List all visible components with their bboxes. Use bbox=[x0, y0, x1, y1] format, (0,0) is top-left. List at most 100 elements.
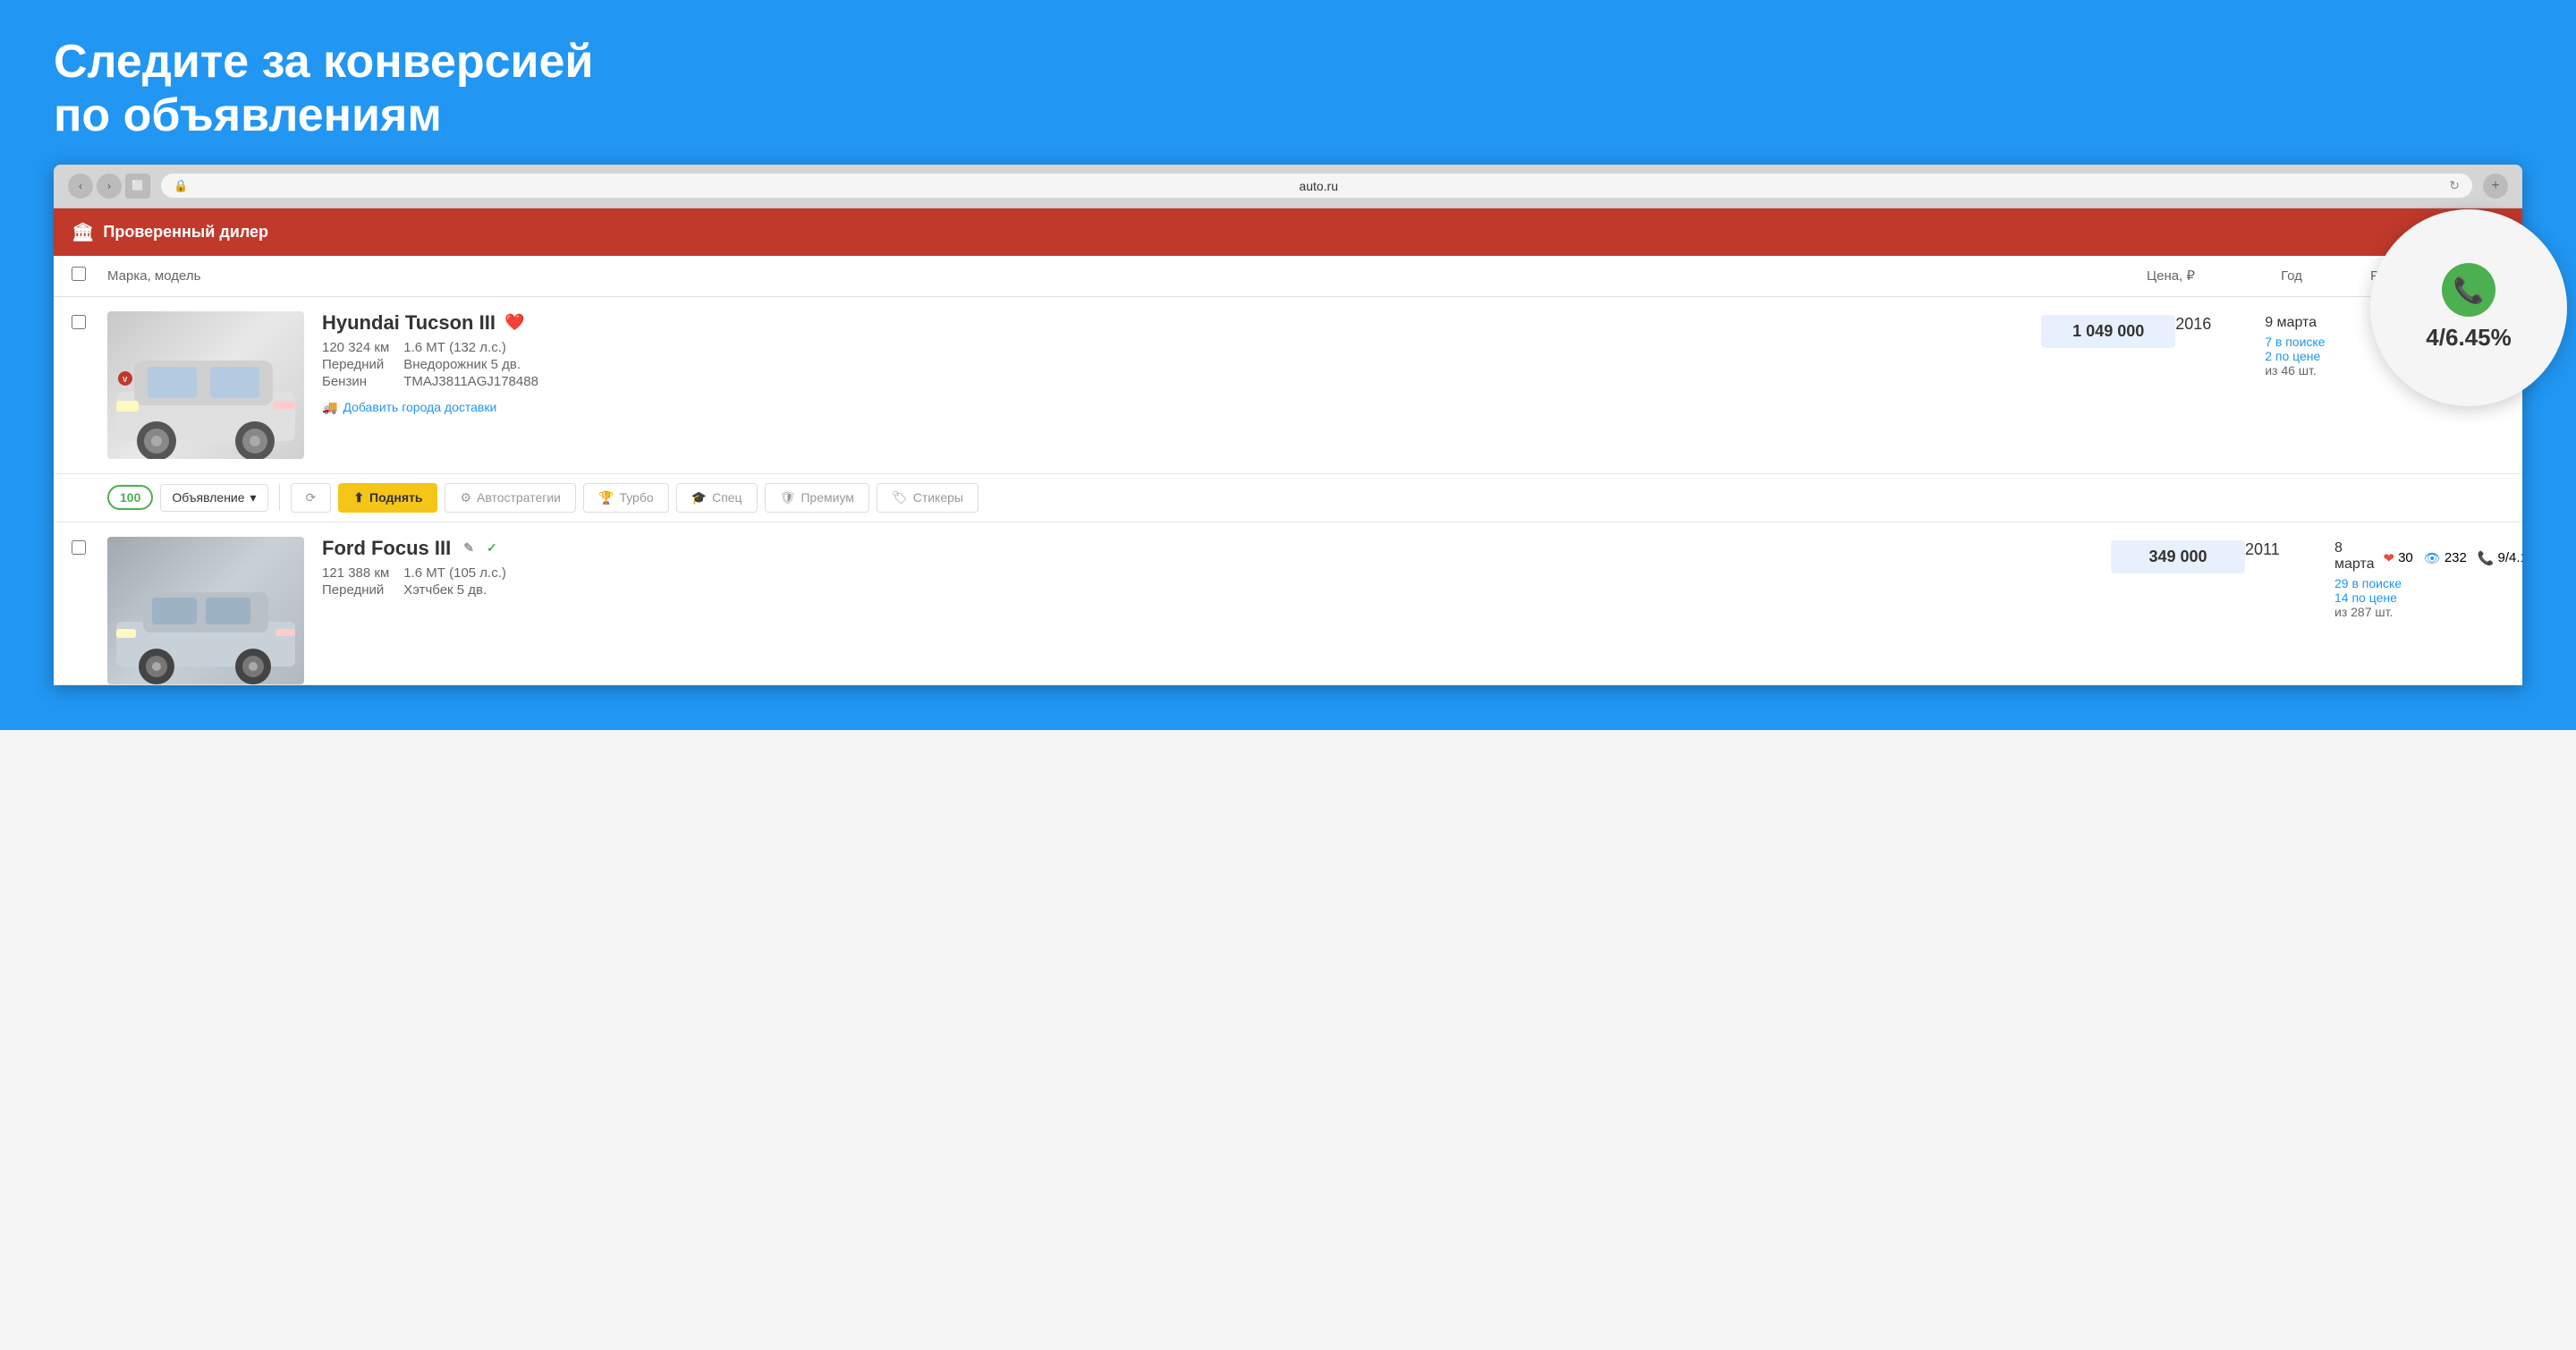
check-icon: ✓ bbox=[487, 540, 497, 556]
premium-button[interactable]: 🛡 Премиум bbox=[765, 483, 869, 513]
autostrategies-icon: ⚙ bbox=[460, 490, 471, 505]
tucson-fuel: Бензин bbox=[322, 374, 389, 389]
url-bar[interactable]: 🔒 auto.ru ↻ bbox=[161, 174, 2472, 198]
tucson-price: 1 049 000 bbox=[2041, 315, 2175, 348]
svg-text:V: V bbox=[123, 376, 128, 384]
spec-button[interactable]: 🎓 Спец bbox=[676, 483, 758, 513]
eye-stat-icon: 👁 bbox=[2424, 550, 2441, 566]
refresh-button[interactable]: ↻ bbox=[2449, 178, 2460, 193]
tabs-button[interactable]: ⬜ bbox=[125, 174, 150, 199]
ford-search-count: 29 в поиске bbox=[2334, 576, 2504, 590]
new-tab-button[interactable]: + bbox=[2483, 174, 2508, 199]
browser-window: ‹ › ⬜ 🔒 auto.ru ↻ + 🏛 Прове bbox=[54, 165, 2522, 685]
ford-image bbox=[107, 537, 304, 684]
ford-car-svg bbox=[107, 537, 304, 684]
back-button[interactable]: ‹ bbox=[68, 174, 93, 199]
ford-calls-count: 9/4.15% bbox=[2498, 550, 2522, 565]
ford-calls-stat: 📞 9/4.15% bbox=[2478, 550, 2522, 566]
car-row-ford: Ford Focus III ✎ ✓ 121 388 км 1.6 МТ (10… bbox=[54, 522, 2522, 685]
tucson-checkbox[interactable] bbox=[72, 315, 86, 329]
browser-toolbar: ‹ › ⬜ 🔒 auto.ru ↻ + bbox=[54, 165, 2522, 208]
conversion-text: 4/6.45% bbox=[2426, 324, 2511, 352]
ford-stats-icons: ❤ 30 👁 232 📞 9/4.15% bbox=[2384, 547, 2523, 566]
tucson-details: Hyundai Tucson III ❤️ 120 324 км 1.6 МТ … bbox=[304, 311, 2041, 415]
tucson-listing-dropdown[interactable]: Объявление ▾ bbox=[160, 484, 267, 512]
header-model: Марка, модель bbox=[107, 268, 2147, 284]
ford-specs: 121 388 км 1.6 МТ (105 л.с.) Передний Хэ… bbox=[322, 565, 2111, 598]
truck-icon: 🚚 bbox=[322, 400, 337, 415]
tucson-favorite-icon[interactable]: ❤️ bbox=[504, 313, 524, 332]
refresh-circle-icon: ⟳ bbox=[306, 490, 317, 505]
header-checkbox-col bbox=[72, 267, 107, 285]
tucson-delivery-link[interactable]: 🚚 Добавить города доставки bbox=[322, 400, 2041, 415]
tucson-name: Hyundai Tucson III ❤️ bbox=[322, 311, 2041, 335]
stickers-icon: 🏷 bbox=[892, 490, 908, 505]
tucson-body: Внедорожник 5 дв. bbox=[403, 357, 2041, 372]
conversion-phone-circle: 📞 bbox=[2442, 263, 2496, 317]
lock-icon: 🔒 bbox=[174, 179, 188, 193]
ford-checkbox-col bbox=[72, 537, 107, 559]
ford-price: 349 000 bbox=[2111, 540, 2245, 573]
phone-stat-icon: 📞 bbox=[2478, 550, 2495, 566]
ford-drive: Передний bbox=[322, 582, 389, 598]
ford-price-count: 14 по цене bbox=[2334, 590, 2504, 605]
tucson-image: V bbox=[107, 311, 304, 459]
ford-views-stat: 👁 232 bbox=[2424, 550, 2467, 566]
ford-placed-stats-row: 8 марта ❤ 30 👁 232 bbox=[2334, 540, 2504, 573]
ford-main-row: Ford Focus III ✎ ✓ 121 388 км 1.6 МТ (10… bbox=[72, 537, 2504, 684]
raise-icon: ⬆ bbox=[353, 490, 364, 505]
ford-details: Ford Focus III ✎ ✓ 121 388 км 1.6 МТ (10… bbox=[304, 537, 2111, 598]
ford-total: из 287 шт. bbox=[2334, 605, 2504, 619]
ford-year: 2011 bbox=[2245, 537, 2334, 559]
tucson-km: 120 324 км bbox=[322, 340, 389, 355]
turbo-icon: 🏆 bbox=[598, 490, 614, 505]
heart-stat-icon: ❤ bbox=[2384, 550, 2395, 566]
forward-button[interactable]: › bbox=[97, 174, 122, 199]
premium-icon: 🛡 bbox=[780, 490, 796, 505]
url-text: auto.ru bbox=[195, 179, 2442, 193]
browser-nav: ‹ › ⬜ bbox=[68, 174, 150, 199]
autostrategies-button[interactable]: ⚙ Автостратегии bbox=[445, 483, 576, 513]
ford-engine: 1.6 МТ (105 л.с.) bbox=[403, 565, 2111, 581]
stickers-button[interactable]: 🏷 Стикеры bbox=[877, 483, 979, 513]
header-year: Год bbox=[2281, 268, 2370, 284]
divider bbox=[279, 484, 280, 511]
tucson-year: 2016 bbox=[2175, 311, 2265, 334]
spec-icon: 🎓 bbox=[691, 490, 707, 505]
tucson-engine: 1.6 МТ (132 л.с.) bbox=[403, 340, 2041, 355]
ford-views-count: 232 bbox=[2445, 550, 2467, 565]
ford-price-col: 349 000 bbox=[2111, 537, 2245, 573]
select-all-checkbox[interactable] bbox=[72, 267, 86, 281]
tucson-score: 100 bbox=[107, 485, 153, 510]
ford-likes-count: 30 bbox=[2398, 550, 2413, 565]
turbo-button[interactable]: 🏆 Турбо bbox=[583, 483, 669, 513]
bank-icon: 🏛 bbox=[72, 221, 94, 243]
refresh-action-btn[interactable]: ⟳ bbox=[291, 483, 332, 513]
conversion-popup: 📞 4/6.45% bbox=[2370, 209, 2567, 406]
hero-title-line1: Следите за конверсией bbox=[54, 36, 593, 88]
ford-stats: 29 в поиске 14 по цене из 287 шт. bbox=[2334, 576, 2504, 619]
tucson-vin: TMAJ3811AGJ178488 bbox=[403, 374, 2041, 389]
header-price: Цена, ₽ bbox=[2147, 267, 2281, 284]
tucson-main-row: V Hyundai Tucson III ❤️ 120 324 км 1.6 М… bbox=[72, 311, 2504, 459]
site-header-left: 🏛 Проверенный дилер bbox=[72, 221, 268, 243]
site-header: 🏛 Проверенный дилер 5 bbox=[54, 208, 2522, 256]
ford-body: Хэтчбек 5 дв. bbox=[403, 582, 2111, 598]
phone-icon: 📞 bbox=[2453, 276, 2485, 305]
raise-button[interactable]: ⬆ Поднять bbox=[338, 483, 437, 513]
site-header-title: Проверенный дилер bbox=[103, 223, 268, 242]
ford-likes-stat: ❤ 30 bbox=[2384, 550, 2413, 566]
car-row-tucson: V Hyundai Tucson III ❤️ 120 324 км 1.6 М… bbox=[54, 297, 2522, 474]
tucson-checkbox-col bbox=[72, 311, 107, 334]
tucson-drive: Передний bbox=[322, 357, 389, 372]
ford-name: Ford Focus III ✎ ✓ bbox=[322, 537, 2111, 560]
table-header: Марка, модель Цена, ₽ Год Размещено bbox=[54, 256, 2522, 297]
hero-title: Следите за конверсией по объявлениям bbox=[54, 36, 724, 143]
hero-section: Следите за конверсией по объявлениям ‹ ›… bbox=[0, 0, 2576, 730]
ford-placed-date: 8 марта bbox=[2334, 540, 2375, 573]
tucson-car-svg: V bbox=[107, 311, 304, 459]
ford-checkbox[interactable] bbox=[72, 540, 86, 555]
edit-icon: ✎ bbox=[463, 540, 474, 556]
tucson-actions-row: 100 Объявление ▾ ⟳ ⬆ Поднять ⚙ Автострат… bbox=[54, 474, 2522, 522]
tucson-price-col: 1 049 000 bbox=[2041, 311, 2175, 348]
